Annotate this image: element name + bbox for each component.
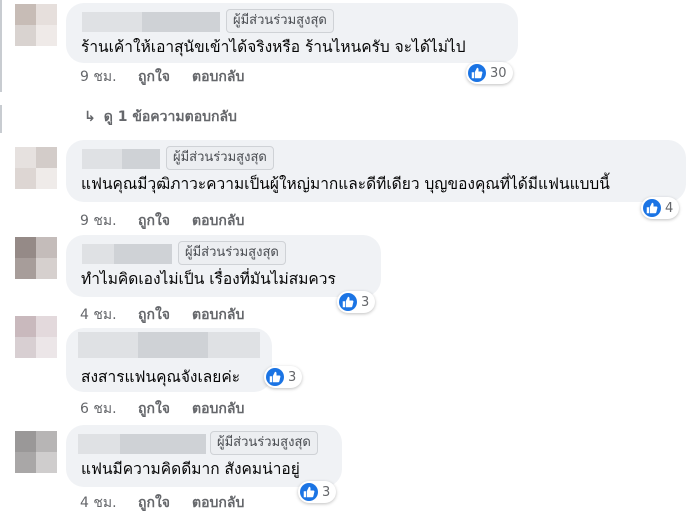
comment-actions: 9 ชม. ถูกใจ ตอบกลับ (80, 210, 244, 232)
thumbs-up-icon (266, 368, 284, 386)
comment-text: แฟนคุณมีวุฒิภาวะความเป็นผู้ใหญ่มากและดีท… (81, 175, 610, 193)
reply-button[interactable]: ตอบกลับ (192, 66, 244, 88)
thread-line (0, 105, 2, 133)
view-replies-label: ดู 1 ข้อความตอบกลับ (103, 109, 237, 125)
commenter-name-redacted[interactable] (78, 434, 206, 454)
reaction-count[interactable]: 3 (264, 366, 303, 388)
comment-timestamp[interactable]: 9 ชม. (80, 210, 138, 232)
thumbs-up-icon (643, 199, 661, 217)
comment-text: ร้านเค้าให้เอาสุนัขเข้าได้จริงหรือ ร้านไ… (81, 38, 466, 56)
thread-line (0, 0, 2, 92)
reaction-count-value: 30 (490, 65, 507, 81)
top-contributor-badge: ผู้มีส่วนร่วมสูงสุด (210, 431, 318, 455)
comment-timestamp[interactable]: 4 ชม. (80, 304, 138, 326)
top-contributor-badge: ผู้มีส่วนร่วมสูงสุด (166, 146, 274, 170)
reply-button[interactable]: ตอบกลับ (192, 398, 244, 420)
comment-actions: 6 ชม. ถูกใจ ตอบกลับ (80, 398, 244, 420)
thumbs-up-icon (300, 483, 318, 501)
comment-bubble: สงสารแฟนคุณจังเลยค่ะ (66, 328, 272, 392)
reply-button[interactable]: ตอบกลับ (192, 210, 244, 232)
comment-bubble: ผู้มีส่วนร่วมสูงสุด แฟนคุณมีวุฒิภาวะความ… (66, 140, 686, 202)
top-contributor-badge: ผู้มีส่วนร่วมสูงสุด (178, 241, 286, 265)
reaction-count-value: 3 (361, 294, 370, 310)
top-contributor-badge: ผู้มีส่วนร่วมสูงสุด (226, 9, 334, 33)
like-button[interactable]: ถูกใจ (138, 66, 170, 88)
like-button[interactable]: ถูกใจ (138, 210, 170, 232)
reaction-count-value: 3 (288, 369, 297, 385)
comment-text: สงสารแฟนคุณจังเลยค่ะ (81, 368, 241, 386)
comment-text: ทำไมคิดเองไม่เป็น เรื่องที่มันไม่สมควร (81, 270, 336, 288)
avatar[interactable] (15, 147, 57, 189)
comment-timestamp[interactable]: 9 ชม. (80, 66, 138, 88)
comment-bubble: ผู้มีส่วนร่วมสูงสุด แฟนมีความคิดดีมาก สั… (66, 425, 342, 487)
comment-actions: 9 ชม. ถูกใจ ตอบกลับ (80, 66, 244, 88)
reaction-count[interactable]: 30 (466, 62, 513, 84)
reaction-count-value: 3 (322, 484, 331, 500)
comment-actions: 4 ชม. ถูกใจ ตอบกลับ (80, 304, 244, 326)
avatar[interactable] (15, 316, 57, 358)
thumbs-up-icon (339, 293, 357, 311)
reaction-count[interactable]: 4 (641, 197, 680, 219)
like-button[interactable]: ถูกใจ (138, 304, 170, 326)
commenter-name-redacted[interactable] (82, 244, 172, 264)
like-button[interactable]: ถูกใจ (138, 398, 170, 420)
reply-button[interactable]: ตอบกลับ (192, 304, 244, 326)
comment-timestamp[interactable]: 6 ชม. (80, 398, 138, 420)
reaction-count[interactable]: 3 (337, 291, 376, 313)
view-replies-link[interactable]: ↳ ดู 1 ข้อความตอบกลับ (84, 106, 237, 128)
commenter-name-redacted[interactable] (78, 332, 260, 358)
comment-bubble: ผู้มีส่วนร่วมสูงสุด ทำไมคิดเองไม่เป็น เร… (66, 235, 381, 297)
avatar[interactable] (15, 431, 57, 473)
commenter-name-redacted[interactable] (82, 12, 220, 32)
commenter-name-redacted[interactable] (82, 149, 160, 169)
avatar[interactable] (15, 237, 57, 279)
comment-text: แฟนมีความคิดดีมาก สังคมน่าอยู่ (81, 460, 300, 478)
reply-arrow-icon: ↳ (84, 109, 96, 125)
reaction-count[interactable]: 3 (298, 481, 337, 503)
reaction-count-value: 4 (665, 200, 674, 216)
thumbs-up-icon (468, 64, 486, 82)
comment-bubble: ผู้มีส่วนร่วมสูงสุด ร้านเค้าให้เอาสุนัขเ… (66, 3, 518, 63)
avatar[interactable] (15, 4, 57, 46)
